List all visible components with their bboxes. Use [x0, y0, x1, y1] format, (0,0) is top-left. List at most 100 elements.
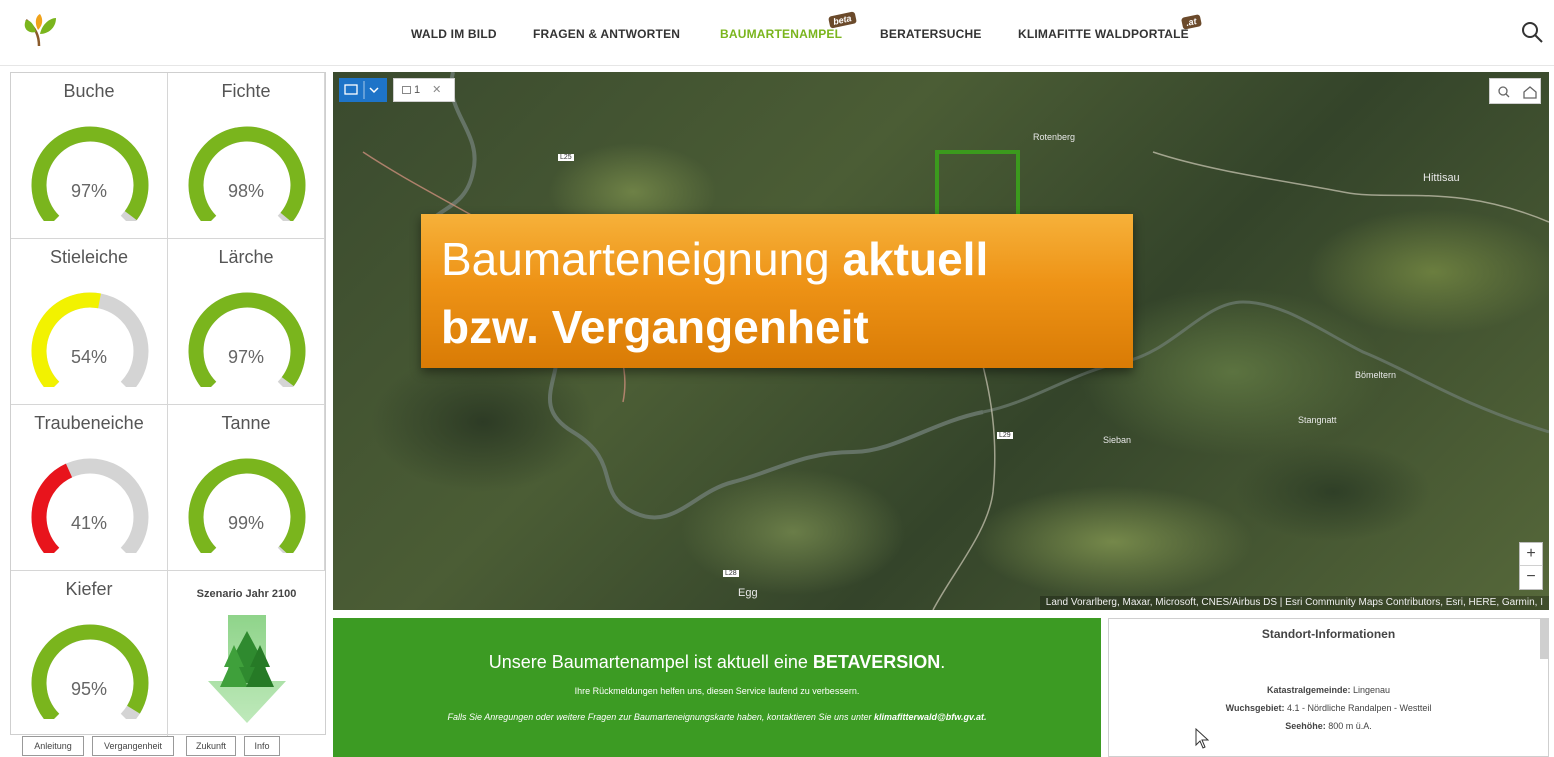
map-tools-icons [1498, 86, 1537, 99]
overlay-line-1: Baumarteneignung aktuell [441, 232, 988, 286]
gauge-fill [31, 463, 73, 553]
site-info-value: 800 m ü.A. [1325, 721, 1372, 731]
at-badge: .at [1180, 14, 1202, 30]
gauge-title: Traubeneiche [34, 413, 144, 433]
map-place-label: Rotenberg [1033, 132, 1076, 142]
gauge-title: Fichte [221, 81, 271, 101]
gauge-cell: Fichte 98% [168, 73, 325, 239]
tab-info[interactable]: Info [244, 736, 280, 756]
gauge-value: 99% [227, 513, 265, 533]
beta-contact-text: Falls Sie Anregungen oder weitere Fragen… [447, 712, 874, 722]
layer-chip[interactable]: 1 ✕ [393, 78, 455, 102]
contact-email-link[interactable]: klimafitterwald@bfw.gv.at. [874, 712, 986, 722]
road-shield: L29 [997, 432, 1013, 439]
beta-title-end: . [940, 652, 946, 672]
map-attribution: Land Vorarlberg, Maxar, Microsoft, CNES/… [1039, 596, 1549, 610]
beta-badge: beta [828, 11, 857, 29]
beta-title-text: Unsere Baumartenampel ist aktuell eine [488, 652, 813, 672]
gauge-fill [188, 126, 306, 221]
layer-tool-button[interactable] [339, 78, 387, 102]
search-icon [1498, 86, 1508, 96]
down-arrow-trees-icon[interactable] [208, 615, 286, 723]
gauge-arc [31, 458, 149, 553]
nav-baumartenampel[interactable]: BAUMARTENAMPEL [720, 27, 842, 41]
scenario-label: Szenario Jahr 2100 [196, 588, 297, 600]
layers-icon [344, 81, 379, 99]
beta-title: Unsere Baumartenampel ist aktuell eine B… [333, 652, 1101, 673]
overlay-text-bold: aktuell [842, 233, 989, 285]
gauge-arc [188, 458, 306, 553]
beta-notice-panel: Unsere Baumartenampel ist aktuell eine B… [333, 618, 1101, 757]
map-place-label: Hittisau [1423, 172, 1460, 184]
layer-chip-icon [402, 86, 411, 94]
site-info-key: Katastralgemeinde: [1266, 685, 1351, 695]
mouse-cursor-icon [1195, 728, 1209, 749]
gauge-cell: Lärche 97% [168, 239, 325, 405]
gauge-fill [31, 624, 149, 719]
gauge-arc [188, 292, 306, 387]
gauge-title: Stieleiche [49, 247, 129, 267]
scrollbar[interactable] [1540, 619, 1548, 659]
top-header: WALD IM BILD FRAGEN & ANTWORTEN BAUMARTE… [0, 0, 1554, 66]
nav-beratersuche[interactable]: BERATERSUCHE [880, 27, 982, 41]
selected-area-box [935, 150, 1020, 220]
gauge-title: Lärche [218, 247, 274, 267]
gauge-title: Buche [63, 81, 115, 101]
gauge-value: 54% [70, 347, 108, 367]
map-place-label: Egg [738, 587, 758, 599]
gauge-value: 97% [70, 181, 108, 201]
nav-wald-im-bild[interactable]: WALD IM BILD [411, 27, 497, 41]
search-icon[interactable] [1520, 20, 1544, 44]
gauge-fill [188, 292, 306, 387]
gauge-cell: Stieleiche 54% [11, 239, 168, 405]
site-info-key: Seehöhe: [1285, 721, 1326, 731]
home-icon [1523, 86, 1537, 99]
close-icon[interactable]: ✕ [432, 84, 441, 96]
site-info-row: Seehöhe: 800 m ü.A. [1109, 721, 1548, 731]
gauge-cell: Buche 97% [11, 73, 168, 239]
overlay-banner: Baumarteneignung aktuell bzw. Vergangenh… [421, 214, 1133, 368]
gauge-value: 95% [70, 679, 108, 699]
gauge-arc [188, 126, 306, 221]
tab-anleitung[interactable]: Anleitung [22, 736, 84, 756]
site-info-value: 4.1 - Nördliche Randalpen - Westteil [1284, 703, 1432, 713]
map-place-label: Sieban [1103, 435, 1132, 445]
site-info-row: Wuchsgebiet: 4.1 - Nördliche Randalpen -… [1109, 703, 1548, 713]
zoom-out-button[interactable]: − [1520, 566, 1542, 589]
gauge-arc [31, 126, 149, 221]
gauge-arc [31, 624, 149, 719]
beta-subtitle: Ihre Rückmeldungen helfen uns, diesen Se… [574, 686, 860, 696]
nav-fragen-antworten[interactable]: FRAGEN & ANTWORTEN [533, 27, 680, 41]
gauge-fill [188, 458, 306, 553]
site-info-panel: Standort-Informationen Katastralgemeinde… [1108, 618, 1549, 757]
gauge-fill [31, 126, 149, 221]
beta-title-bold: BETAVERSION [812, 652, 941, 672]
beta-contact: Falls Sie Anregungen oder weitere Fragen… [333, 712, 1101, 722]
site-info-row: Katastralgemeinde: Lingenau [1109, 685, 1548, 695]
main-navigation: WALD IM BILD FRAGEN & ANTWORTEN BAUMARTE… [0, 0, 1554, 66]
species-gauge-panel: Buche 97% Fichte 98% Stieleiche 54% Lärc… [10, 72, 326, 737]
gauge-cell: Tanne 99% [168, 405, 325, 571]
overlay-text-normal: Baumarteneignung [441, 233, 843, 285]
zoom-control: + − [1519, 542, 1543, 590]
gauge-value: 41% [70, 513, 108, 533]
layer-chip-label: 1 [414, 84, 421, 96]
site-info-key: Wuchsgebiet: [1225, 703, 1285, 713]
gauge-cell: Traubeneiche 41% [11, 405, 168, 571]
tab-zukunft[interactable]: Zukunft [186, 736, 236, 756]
nav-klimafitte-waldportale[interactable]: KLIMAFITTE WALDPORTALE [1018, 27, 1189, 41]
road-shield: L28 [723, 570, 739, 577]
gauge-title: Tanne [221, 413, 271, 433]
gauge-value: 98% [227, 181, 265, 201]
gauge-title: Kiefer [65, 579, 113, 599]
tab-vergangenheit[interactable]: Vergangenheit [92, 736, 174, 756]
scenario-cell[interactable]: Szenario Jahr 2100 [168, 571, 325, 737]
gauge-arc [31, 292, 149, 387]
site-info-value: Lingenau [1350, 685, 1391, 695]
gauge-cell: Kiefer 95% [11, 571, 168, 737]
map-top-tools [1489, 78, 1541, 104]
gauge-fill [31, 292, 101, 387]
overlay-line-2: bzw. Vergangenheit [441, 301, 869, 353]
road-shield: L25 [558, 154, 574, 161]
zoom-in-button[interactable]: + [1520, 543, 1542, 566]
